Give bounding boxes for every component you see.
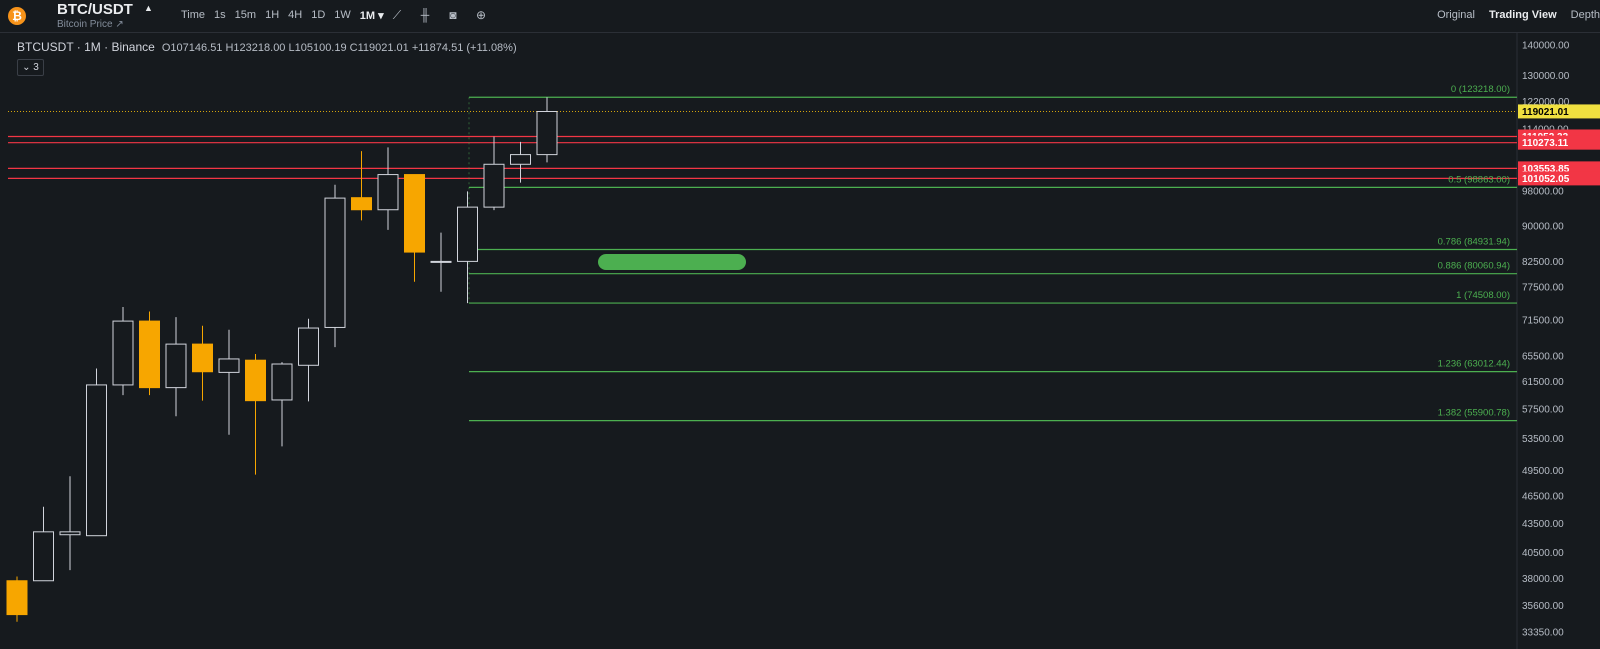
fib-label-5: 1.236 (63012.44)	[1438, 359, 1510, 370]
fib-label-6: 1.382 (55900.78)	[1438, 408, 1510, 419]
candle-body	[298, 327, 319, 366]
view-switcher: Original Trading View Depth	[1423, 9, 1600, 21]
fib-label-1: 0.5 (98863.00)	[1448, 174, 1510, 185]
price-axis-tick-17: 38000.00	[1522, 574, 1564, 585]
candle-body	[139, 320, 160, 389]
candle-9	[245, 353, 266, 475]
candle-body	[536, 110, 558, 156]
candle-3	[86, 368, 107, 537]
price-axis-tick-14: 46500.00	[1522, 491, 1564, 502]
price-axis-tick-10: 61500.00	[1522, 377, 1564, 388]
candle-6	[165, 317, 187, 417]
candle-5	[139, 311, 160, 396]
interval-tab-7[interactable]: 1M ▾	[360, 9, 384, 22]
candle-body	[192, 343, 213, 373]
price-axis-tick-5: 90000.00	[1522, 221, 1564, 232]
price-axis-tick-8: 71500.00	[1522, 315, 1564, 326]
price-axis-tick-12: 53500.00	[1522, 434, 1564, 445]
candle-body	[483, 163, 505, 208]
price-axis-tick-15: 43500.00	[1522, 519, 1564, 530]
view-tab-original[interactable]: Original	[1437, 9, 1475, 21]
candle-4	[112, 306, 134, 396]
candle-2	[59, 476, 81, 571]
interval-tab-2[interactable]: 15m	[235, 9, 256, 22]
candle-18	[483, 136, 505, 211]
candle-8	[218, 329, 240, 435]
interval-tab-6[interactable]: 1W	[334, 9, 351, 22]
candle-0	[6, 576, 28, 622]
candle-11	[298, 318, 319, 402]
price-chart[interactable]: 0 (123218.00) 0.5 (98863.00) 0.786 (84931.…	[0, 33, 1600, 649]
candle-body	[165, 343, 187, 389]
pair-subtitle[interactable]: Bitcoin Price ↗	[57, 19, 124, 30]
price-axis-tick-16: 40500.00	[1522, 548, 1564, 559]
interval-bar: Time 1s 15m 1H 4H 1D 1W 1M ▾	[181, 9, 393, 22]
pair-title[interactable]: BTC/USDT	[57, 1, 133, 18]
fib-label-0: 0 (123218.00)	[1451, 84, 1510, 95]
highlight-marker	[598, 254, 746, 270]
candle-body	[351, 197, 372, 211]
interval-tab-3[interactable]: 1H	[265, 9, 279, 22]
price-tag-0: 119021.01	[1522, 107, 1569, 118]
candle-body	[271, 363, 293, 401]
interval-tab-1[interactable]: 1s	[214, 9, 226, 22]
price-axis-tick-1: 130000.00	[1522, 71, 1570, 82]
interval-tab-5[interactable]: 1D	[311, 9, 325, 22]
candle-14	[377, 147, 399, 230]
price-axis-tick-7: 77500.00	[1522, 282, 1564, 293]
candle-body	[324, 197, 346, 328]
price-axis-tick-4: 98000.00	[1522, 186, 1564, 197]
candle-20	[536, 97, 558, 163]
interval-tab-0[interactable]: Time	[181, 9, 205, 22]
candle-13	[351, 151, 372, 221]
price-tag-2: 110273.11	[1522, 138, 1569, 149]
bitcoin-logo-icon: ₿	[8, 7, 26, 25]
price-axis-tick-19: 33350.00	[1522, 628, 1564, 639]
toolbar-icons: ⟋ ╫ ◙ ⊕	[390, 8, 502, 22]
candle-16	[430, 232, 452, 292]
view-tab-depth[interactable]: Depth	[1571, 9, 1600, 21]
candle-15	[404, 174, 425, 282]
candle-12	[324, 184, 346, 348]
candle-body	[510, 154, 531, 165]
price-axis-tick-13: 49500.00	[1522, 466, 1564, 477]
candle-body	[404, 174, 425, 253]
candle-body	[86, 384, 107, 537]
interval-tab-4[interactable]: 4H	[288, 9, 302, 22]
candle-body	[430, 260, 452, 263]
candle-body	[245, 359, 266, 402]
price-tag-4: 101052.05	[1522, 174, 1570, 185]
candle-type-icon[interactable]: ╫	[418, 8, 432, 22]
candle-1	[33, 506, 54, 582]
candle-body	[457, 206, 478, 262]
candle-body	[112, 320, 134, 386]
indicator-icon[interactable]: ⟋	[390, 8, 404, 22]
candle-body	[218, 358, 240, 373]
price-axis-tick-6: 82500.00	[1522, 257, 1564, 268]
camera-icon[interactable]: ◙	[446, 8, 460, 22]
candle-10	[271, 362, 293, 447]
fib-label-4: 1 (74508.00)	[1456, 290, 1510, 301]
price-axis-tick-0: 140000.00	[1522, 41, 1570, 52]
price-axis-tick-9: 65500.00	[1522, 351, 1564, 362]
candle-19	[510, 141, 531, 183]
price-axis-tick-11: 57500.00	[1522, 405, 1564, 416]
price-axis-tick-18: 35600.00	[1522, 601, 1564, 612]
pair-caret-icon[interactable]: ▲	[144, 3, 153, 13]
candle-body	[6, 580, 28, 616]
fib-label-2: 0.786 (84931.94)	[1438, 237, 1510, 248]
candle-7	[192, 325, 213, 401]
view-tab-trading-view[interactable]: Trading View	[1489, 9, 1557, 21]
candle-body	[377, 174, 399, 211]
add-icon[interactable]: ⊕	[474, 8, 488, 22]
top-toolbar: ₿ BTC/USDT ▲ Bitcoin Price ↗ Time 1s 15m 1H…	[0, 0, 1600, 33]
candle-body	[59, 531, 81, 536]
candle-body	[33, 531, 54, 582]
fib-label-3: 0.886 (80060.94)	[1438, 261, 1510, 272]
candle-17	[457, 191, 478, 304]
